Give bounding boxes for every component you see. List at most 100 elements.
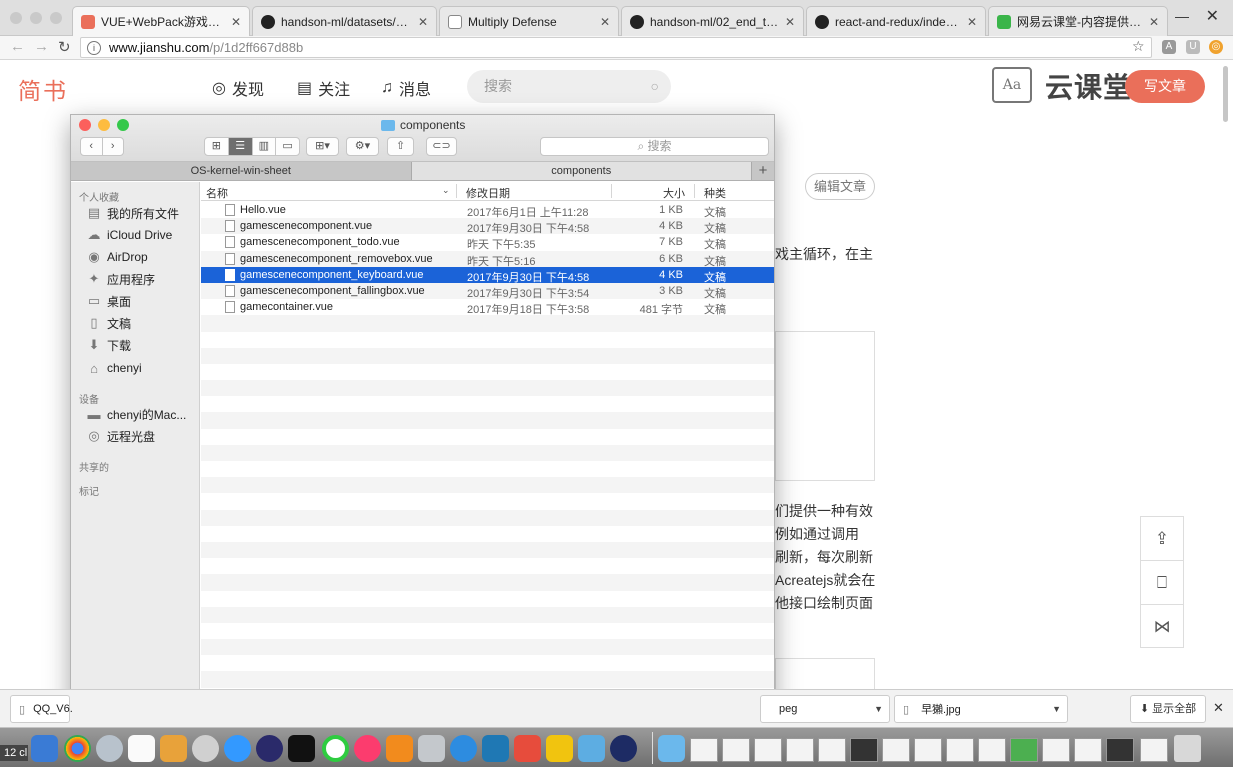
- edit-article-button[interactable]: 编辑文章: [805, 173, 875, 200]
- close-icon[interactable]: ✕: [231, 15, 241, 29]
- app-dock-icon[interactable]: [578, 735, 605, 762]
- reload-icon[interactable]: ↻: [58, 38, 71, 56]
- minimized-window-thumb[interactable]: [914, 738, 942, 762]
- finder-search-input[interactable]: ⌕ 搜索: [540, 137, 769, 156]
- browser-tab[interactable]: VUE+WebPack游戏设计：实 ✕: [72, 6, 250, 36]
- launchpad-dock-icon[interactable]: [96, 735, 123, 762]
- sublime-dock-icon[interactable]: [160, 735, 187, 762]
- column-header-kind[interactable]: 种类: [704, 185, 726, 201]
- url-input[interactable]: i www.jianshu.com/p/1d2ff667d88b: [80, 37, 1152, 58]
- activity-dock-icon[interactable]: [322, 735, 349, 762]
- quicktime-dock-icon[interactable]: [610, 735, 637, 762]
- preview-dock-icon[interactable]: [418, 735, 445, 762]
- download-item[interactable]: peg ▼: [760, 695, 890, 723]
- search-icon[interactable]: ○: [651, 70, 659, 103]
- sidebar-item-documents[interactable]: ▯ 文稿: [86, 312, 131, 334]
- ibooks-dock-icon[interactable]: [386, 735, 413, 762]
- sidebar-item-desktop[interactable]: ▭ 桌面: [86, 290, 131, 312]
- download-item[interactable]: ▯ 早獺.jpg ▼: [894, 695, 1068, 723]
- window-close-dot[interactable]: [10, 12, 22, 24]
- arrange-button[interactable]: ⊞▾: [306, 137, 339, 156]
- file-row[interactable]: gamescenecomponent.vue 2017年9月30日 下午4:58 4…: [201, 218, 774, 235]
- tags-button[interactable]: ⊂⊃: [426, 137, 457, 156]
- disk-utility-dock-icon[interactable]: [192, 735, 219, 762]
- new-tab-button[interactable]: +: [752, 162, 774, 180]
- sidebar-item-downloads[interactable]: ⬇ 下载: [86, 334, 131, 356]
- minimized-window-thumb[interactable]: [882, 738, 910, 762]
- forward-icon[interactable]: ›: [103, 138, 124, 155]
- file-row[interactable]: Hello.vue 2017年6月1日 上午11:28 1 KB 文稿: [201, 202, 774, 219]
- share-button[interactable]: ⇧: [387, 137, 414, 156]
- minimized-window-thumb[interactable]: [978, 738, 1006, 762]
- sidebar-item-home[interactable]: ⌂ chenyi: [86, 357, 142, 379]
- show-all-downloads-button[interactable]: ⬇ 显示全部: [1130, 695, 1206, 723]
- extension-coin-icon[interactable]: ◎: [1209, 40, 1223, 54]
- file-row[interactable]: gamescenecomponent_removebox.vue 昨天 下午5:1…: [201, 250, 774, 268]
- sidebar-item-airdrop[interactable]: ◉ AirDrop: [86, 246, 147, 268]
- finder-minimize-button[interactable]: [98, 119, 110, 131]
- extension-a-icon[interactable]: A: [1162, 40, 1176, 54]
- sidebar-item-applications[interactable]: ✦ 应用程序: [86, 268, 155, 290]
- share-upload-icon[interactable]: ⇪: [1141, 517, 1183, 561]
- minimized-window-thumb[interactable]: [754, 738, 782, 762]
- minimized-window-thumb[interactable]: [1140, 738, 1168, 762]
- trash-icon[interactable]: [1174, 735, 1201, 762]
- file-row[interactable]: gamescenecomponent_todo.vue 昨天 下午5:35 7 KB…: [201, 234, 774, 251]
- sidebar-item-mac[interactable]: ▬ chenyi的Mac...: [86, 403, 187, 425]
- minimized-window-thumb[interactable]: [690, 738, 718, 762]
- minimized-window-thumb[interactable]: [1042, 738, 1070, 762]
- minimized-window-thumb[interactable]: [1074, 738, 1102, 762]
- folder-dock-icon[interactable]: [658, 735, 685, 762]
- minimized-window-thumb[interactable]: [946, 738, 974, 762]
- minimized-window-thumb[interactable]: [786, 738, 814, 762]
- browser-tab[interactable]: react-and-redux/index.js at ✕: [806, 6, 986, 36]
- minimized-window-thumb[interactable]: [1010, 738, 1038, 762]
- xcode-dock-icon[interactable]: [482, 735, 509, 762]
- forward-arrow-icon[interactable]: →: [34, 38, 49, 55]
- terminal-dock-icon[interactable]: [288, 735, 315, 762]
- folder-dock-icon[interactable]: [546, 735, 573, 762]
- minimized-window-thumb[interactable]: [818, 738, 846, 762]
- chevron-down-icon[interactable]: ▼: [1052, 704, 1061, 714]
- browser-tab[interactable]: handson-ml/datasets/housin ✕: [252, 6, 437, 36]
- back-icon[interactable]: ‹: [81, 138, 103, 155]
- cloud-dock-icon[interactable]: [224, 735, 251, 762]
- browser-tab[interactable]: 网易云课堂-内容提供方管理 ✕: [988, 6, 1168, 36]
- font-settings-icon[interactable]: Aa: [992, 67, 1032, 103]
- column-header-date[interactable]: 修改日期: [466, 185, 510, 201]
- minimized-window-thumb[interactable]: [850, 738, 878, 762]
- jianshu-logo[interactable]: 简书: [18, 72, 68, 106]
- write-article-button[interactable]: 写文章: [1125, 70, 1205, 103]
- chrome-dock-icon[interactable]: [64, 735, 91, 762]
- column-header-size[interactable]: 大小: [663, 185, 685, 201]
- close-icon[interactable]: ✕: [785, 15, 795, 29]
- file-row-selected[interactable]: gamescenecomponent_keyboard.vue 2017年9月30…: [201, 266, 774, 284]
- sidebar-item-all-files[interactable]: ▤ 我的所有文件: [86, 202, 179, 224]
- minimized-window-thumb[interactable]: [1106, 738, 1134, 762]
- cover-flow-icon[interactable]: ▭: [276, 138, 299, 155]
- nav-messages[interactable]: ♫ 消息: [381, 76, 431, 100]
- site-search-input[interactable]: 搜索 ○: [467, 70, 671, 103]
- back-arrow-icon[interactable]: ←: [10, 38, 25, 55]
- nav-discover[interactable]: ◎ 发现: [212, 76, 264, 100]
- window-zoom-dot[interactable]: [50, 12, 62, 24]
- close-icon[interactable]: ✕: [1149, 15, 1159, 29]
- download-item[interactable]: ▯ QQ_V6.: [10, 695, 73, 723]
- office-dock-icon[interactable]: [514, 735, 541, 762]
- share-icon[interactable]: ⋈: [1141, 605, 1183, 649]
- close-icon[interactable]: ✕: [967, 15, 977, 29]
- nav-follow[interactable]: ▤ 关注: [297, 76, 350, 100]
- page-scrollbar[interactable]: [1223, 66, 1228, 122]
- file-row[interactable]: gamescenecomponent_fallingbox.vue 2017年9月…: [201, 282, 774, 300]
- icon-view-icon[interactable]: ⊞: [205, 138, 229, 155]
- chevron-down-icon[interactable]: ▼: [874, 704, 883, 714]
- sidebar-item-remote-disc[interactable]: ◎ 远程光盘: [86, 425, 155, 447]
- minimized-window-thumb[interactable]: [722, 738, 750, 762]
- finder-tab[interactable]: OS-kernel-win-sheet: [71, 162, 412, 180]
- bookmark-icon[interactable]: ⎕: [1141, 561, 1183, 605]
- itunes-dock-icon[interactable]: [354, 735, 381, 762]
- sidebar-item-icloud[interactable]: ☁ iCloud Drive: [86, 224, 173, 246]
- close-icon[interactable]: ✕: [418, 15, 428, 29]
- list-view-icon[interactable]: ☰: [228, 138, 253, 155]
- bookmark-star-icon[interactable]: ☆: [1132, 38, 1145, 55]
